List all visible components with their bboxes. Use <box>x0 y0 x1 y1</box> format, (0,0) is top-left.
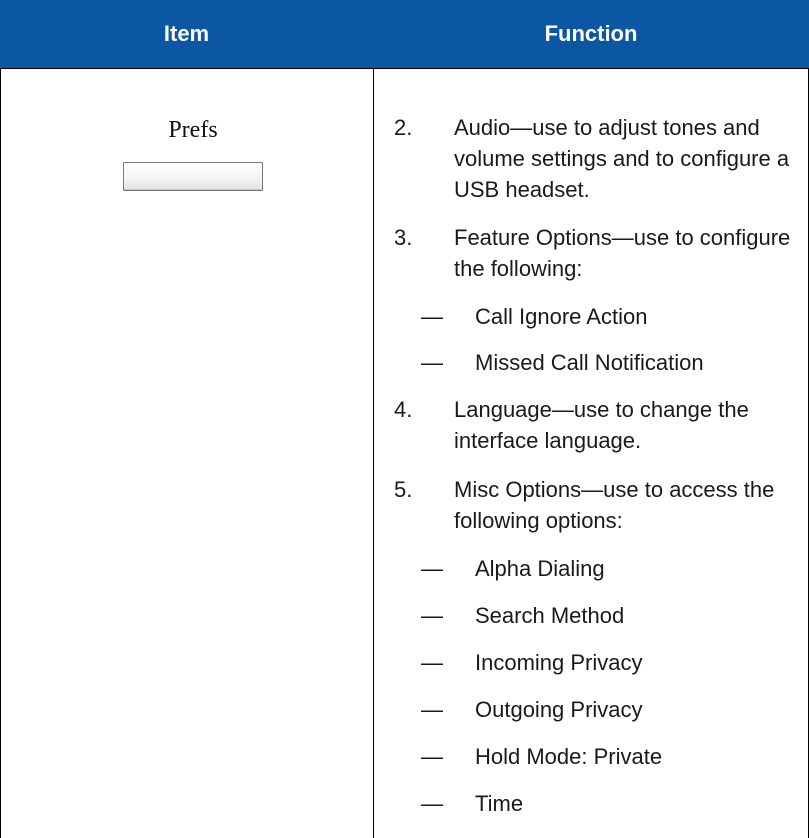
sub-list-item: — Hold Mode: Private <box>421 741 791 772</box>
sub-list-item: — Incoming Privacy <box>421 647 791 678</box>
header-divider <box>0 68 809 69</box>
list-item: 4. Language—use to change the interface … <box>394 394 794 456</box>
sub-list-item: — Time <box>421 788 791 819</box>
list-item: 3. Feature Options—use to configure the … <box>394 222 794 284</box>
sub-list-item-text: Search Method <box>475 603 625 628</box>
sub-list-item: — Alpha Dialing <box>421 553 791 584</box>
sub-list-item-text: Alpha Dialing <box>475 556 605 581</box>
header-function: Function <box>544 21 638 46</box>
list-item: 5. Misc Options—use to access the follow… <box>394 474 794 536</box>
table-header-row: Item Function <box>0 0 809 68</box>
list-item-number: 5. <box>394 477 413 502</box>
sub-list-item-text: Call Ignore Action <box>475 304 648 329</box>
sub-list-item: — Missed Call Notification <box>421 347 791 378</box>
list-item: 2. Audio—use to adjust tones and volume … <box>394 112 794 205</box>
dash-bullet: — <box>421 744 443 769</box>
list-item-number: 3. <box>394 225 413 250</box>
header-item: Item <box>163 21 210 46</box>
sub-list-item-text: Missed Call Notification <box>475 350 704 375</box>
sub-list-item-text: Hold Mode: Private <box>475 744 663 769</box>
sub-list-item: — Outgoing Privacy <box>421 694 791 725</box>
sub-list-item: — Search Method <box>421 600 791 631</box>
dash-bullet: — <box>421 791 443 816</box>
column-divider <box>373 68 374 838</box>
sub-list-item-text: Time <box>475 791 524 816</box>
prefs-label: Prefs <box>168 117 218 143</box>
dash-bullet: — <box>421 650 443 675</box>
sub-list-item-text: Outgoing Privacy <box>475 697 643 722</box>
dash-bullet: — <box>421 603 443 628</box>
list-item-text: Feature Options—use to configure the fol… <box>454 225 791 281</box>
dash-bullet: — <box>421 556 443 581</box>
prefs-softkey-button[interactable] <box>123 162 263 191</box>
sub-list-item: — Call Ignore Action <box>421 301 791 332</box>
function-table: Item Function Prefs 2. Audio—use to adju… <box>0 0 809 838</box>
list-item-number: 2. <box>394 115 413 140</box>
dash-bullet: — <box>421 697 443 722</box>
sub-list-item-text: Incoming Privacy <box>475 650 643 675</box>
list-item-text: Misc Options—use to access the following… <box>454 477 775 533</box>
dash-bullet: — <box>421 350 443 375</box>
dash-bullet: — <box>421 304 443 329</box>
list-item-number: 4. <box>394 397 413 422</box>
list-item-text: Language—use to change the interface lan… <box>454 397 749 453</box>
list-item-text: Audio—use to adjust tones and volume set… <box>454 115 790 202</box>
table-left-border <box>0 68 1 838</box>
